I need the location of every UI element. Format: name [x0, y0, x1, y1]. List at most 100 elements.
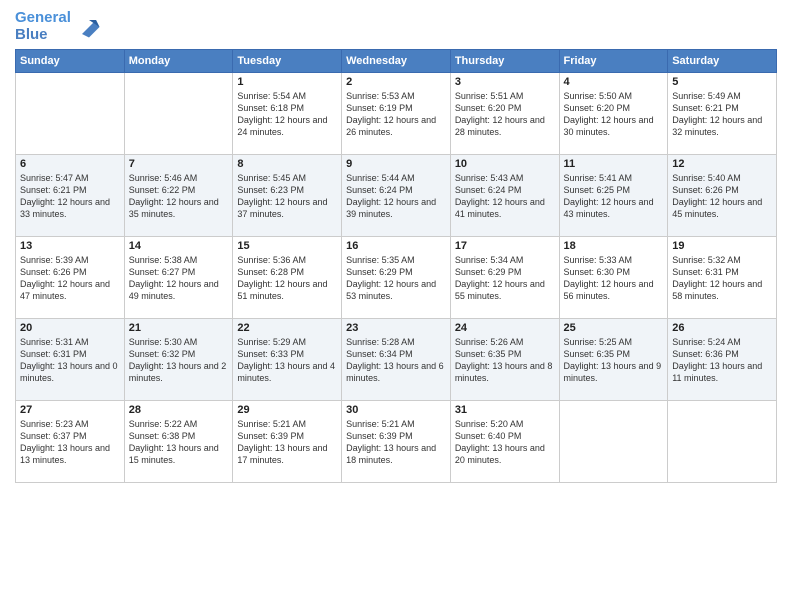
day-number: 7: [129, 158, 229, 170]
day-cell: 9 Sunrise: 5:44 AM Sunset: 6:24 PM Daylig…: [342, 155, 451, 237]
day-number: 4: [564, 76, 664, 88]
day-number: 15: [237, 240, 337, 252]
day-info: Sunrise: 5:23 AM Sunset: 6:37 PM Dayligh…: [20, 418, 120, 467]
day-info: Sunrise: 5:31 AM Sunset: 6:31 PM Dayligh…: [20, 336, 120, 385]
day-header-sunday: Sunday: [16, 50, 125, 73]
day-cell: 24Sunrise: 5:26 AM Sunset: 6:35 PM Dayli…: [450, 319, 559, 401]
day-cell: 31 Sunrise: 5:20 AM Sunset: 6:40 PM Dayli…: [450, 401, 559, 483]
day-cell: 21 Sunrise: 5:30 AM Sunset: 6:32 PM Dayli…: [124, 319, 233, 401]
day-number: 17: [455, 240, 555, 252]
day-number: 12: [672, 158, 772, 170]
day-number: 10: [455, 158, 555, 170]
day-cell: 28 Sunrise: 5:22 AM Sunset: 6:38 PM Dayli…: [124, 401, 233, 483]
day-number: 8: [237, 158, 337, 170]
day-number: 27: [20, 404, 120, 416]
day-cell: 17Sunrise: 5:34 AM Sunset: 6:29 PM Dayli…: [450, 237, 559, 319]
day-number: 26: [672, 322, 772, 334]
day-number: 2: [346, 76, 446, 88]
day-cell: [559, 401, 668, 483]
day-cell: 12Sunrise: 5:40 AM Sunset: 6:26 PM Dayli…: [668, 155, 777, 237]
day-cell: 23 Sunrise: 5:28 AM Sunset: 6:34 PM Dayli…: [342, 319, 451, 401]
week-row-2: 6Sunrise: 5:47 AM Sunset: 6:21 PM Daylig…: [16, 155, 777, 237]
day-cell: 2 Sunrise: 5:53 AM Sunset: 6:19 PM Daylig…: [342, 73, 451, 155]
day-info: Sunrise: 5:51 AM Sunset: 6:20 PM Dayligh…: [455, 90, 555, 139]
day-number: 13: [20, 240, 120, 252]
week-row-3: 13Sunrise: 5:39 AM Sunset: 6:26 PM Dayli…: [16, 237, 777, 319]
logo-text-line2: Blue: [15, 27, 71, 44]
calendar-body: 1Sunrise: 5:54 AM Sunset: 6:18 PM Daylig…: [16, 73, 777, 483]
day-info: Sunrise: 5:53 AM Sunset: 6:19 PM Dayligh…: [346, 90, 446, 139]
day-number: 28: [129, 404, 229, 416]
day-info: Sunrise: 5:26 AM Sunset: 6:35 PM Dayligh…: [455, 336, 555, 385]
week-row-5: 27 Sunrise: 5:23 AM Sunset: 6:37 PM Dayli…: [16, 401, 777, 483]
day-info: Sunrise: 5:29 AM Sunset: 6:33 PM Dayligh…: [237, 336, 337, 385]
day-header-thursday: Thursday: [450, 50, 559, 73]
day-cell: 19 Sunrise: 5:32 AM Sunset: 6:31 PM Dayli…: [668, 237, 777, 319]
day-info: Sunrise: 5:45 AM Sunset: 6:23 PM Dayligh…: [237, 172, 337, 221]
day-info: Sunrise: 5:33 AM Sunset: 6:30 PM Dayligh…: [564, 254, 664, 303]
day-number: 1: [237, 76, 337, 88]
day-number: 18: [564, 240, 664, 252]
header-row: SundayMondayTuesdayWednesdayThursdayFrid…: [16, 50, 777, 73]
day-info: Sunrise: 5:44 AM Sunset: 6:24 PM Dayligh…: [346, 172, 446, 221]
day-number: 5: [672, 76, 772, 88]
day-cell: 13Sunrise: 5:39 AM Sunset: 6:26 PM Dayli…: [16, 237, 125, 319]
day-cell: 1Sunrise: 5:54 AM Sunset: 6:18 PM Daylig…: [233, 73, 342, 155]
day-cell: 3Sunrise: 5:51 AM Sunset: 6:20 PM Daylig…: [450, 73, 559, 155]
week-row-4: 20Sunrise: 5:31 AM Sunset: 6:31 PM Dayli…: [16, 319, 777, 401]
day-info: Sunrise: 5:30 AM Sunset: 6:32 PM Dayligh…: [129, 336, 229, 385]
day-cell: 29 Sunrise: 5:21 AM Sunset: 6:39 PM Dayli…: [233, 401, 342, 483]
day-info: Sunrise: 5:21 AM Sunset: 6:39 PM Dayligh…: [237, 418, 337, 467]
day-info: Sunrise: 5:41 AM Sunset: 6:25 PM Dayligh…: [564, 172, 664, 221]
day-info: Sunrise: 5:50 AM Sunset: 6:20 PM Dayligh…: [564, 90, 664, 139]
day-number: 29: [237, 404, 337, 416]
day-cell: 22 Sunrise: 5:29 AM Sunset: 6:33 PM Dayli…: [233, 319, 342, 401]
day-number: 30: [346, 404, 446, 416]
day-number: 23: [346, 322, 446, 334]
day-header-friday: Friday: [559, 50, 668, 73]
day-info: Sunrise: 5:43 AM Sunset: 6:24 PM Dayligh…: [455, 172, 555, 221]
day-number: 9: [346, 158, 446, 170]
day-header-monday: Monday: [124, 50, 233, 73]
day-info: Sunrise: 5:35 AM Sunset: 6:29 PM Dayligh…: [346, 254, 446, 303]
day-cell: 18 Sunrise: 5:33 AM Sunset: 6:30 PM Dayli…: [559, 237, 668, 319]
day-info: Sunrise: 5:36 AM Sunset: 6:28 PM Dayligh…: [237, 254, 337, 303]
day-cell: 6Sunrise: 5:47 AM Sunset: 6:21 PM Daylig…: [16, 155, 125, 237]
day-cell: 10 Sunrise: 5:43 AM Sunset: 6:24 PM Dayli…: [450, 155, 559, 237]
day-info: Sunrise: 5:21 AM Sunset: 6:39 PM Dayligh…: [346, 418, 446, 467]
day-cell: 4 Sunrise: 5:50 AM Sunset: 6:20 PM Daylig…: [559, 73, 668, 155]
day-number: 16: [346, 240, 446, 252]
day-cell: 15 Sunrise: 5:36 AM Sunset: 6:28 PM Dayli…: [233, 237, 342, 319]
day-info: Sunrise: 5:49 AM Sunset: 6:21 PM Dayligh…: [672, 90, 772, 139]
day-header-saturday: Saturday: [668, 50, 777, 73]
logo: General Blue: [15, 10, 103, 43]
day-number: 6: [20, 158, 120, 170]
day-info: Sunrise: 5:28 AM Sunset: 6:34 PM Dayligh…: [346, 336, 446, 385]
logo-icon: [75, 13, 103, 41]
day-number: 22: [237, 322, 337, 334]
day-cell: 26 Sunrise: 5:24 AM Sunset: 6:36 PM Dayli…: [668, 319, 777, 401]
day-info: Sunrise: 5:25 AM Sunset: 6:35 PM Dayligh…: [564, 336, 664, 385]
calendar-table: SundayMondayTuesdayWednesdayThursdayFrid…: [15, 49, 777, 483]
day-info: Sunrise: 5:20 AM Sunset: 6:40 PM Dayligh…: [455, 418, 555, 467]
page: General Blue SundayMondayTuesdayWednesda…: [0, 0, 792, 612]
day-cell: 27 Sunrise: 5:23 AM Sunset: 6:37 PM Dayli…: [16, 401, 125, 483]
day-number: 21: [129, 322, 229, 334]
day-cell: 20Sunrise: 5:31 AM Sunset: 6:31 PM Dayli…: [16, 319, 125, 401]
day-cell: 14Sunrise: 5:38 AM Sunset: 6:27 PM Dayli…: [124, 237, 233, 319]
day-number: 19: [672, 240, 772, 252]
day-info: Sunrise: 5:32 AM Sunset: 6:31 PM Dayligh…: [672, 254, 772, 303]
day-cell: [124, 73, 233, 155]
calendar-header: SundayMondayTuesdayWednesdayThursdayFrid…: [16, 50, 777, 73]
day-info: Sunrise: 5:22 AM Sunset: 6:38 PM Dayligh…: [129, 418, 229, 467]
day-number: 31: [455, 404, 555, 416]
day-cell: 16 Sunrise: 5:35 AM Sunset: 6:29 PM Dayli…: [342, 237, 451, 319]
day-cell: 30 Sunrise: 5:21 AM Sunset: 6:39 PM Dayli…: [342, 401, 451, 483]
day-info: Sunrise: 5:24 AM Sunset: 6:36 PM Dayligh…: [672, 336, 772, 385]
day-header-tuesday: Tuesday: [233, 50, 342, 73]
day-cell: 11 Sunrise: 5:41 AM Sunset: 6:25 PM Dayli…: [559, 155, 668, 237]
day-number: 11: [564, 158, 664, 170]
day-header-wednesday: Wednesday: [342, 50, 451, 73]
day-cell: 7Sunrise: 5:46 AM Sunset: 6:22 PM Daylig…: [124, 155, 233, 237]
day-cell: [668, 401, 777, 483]
